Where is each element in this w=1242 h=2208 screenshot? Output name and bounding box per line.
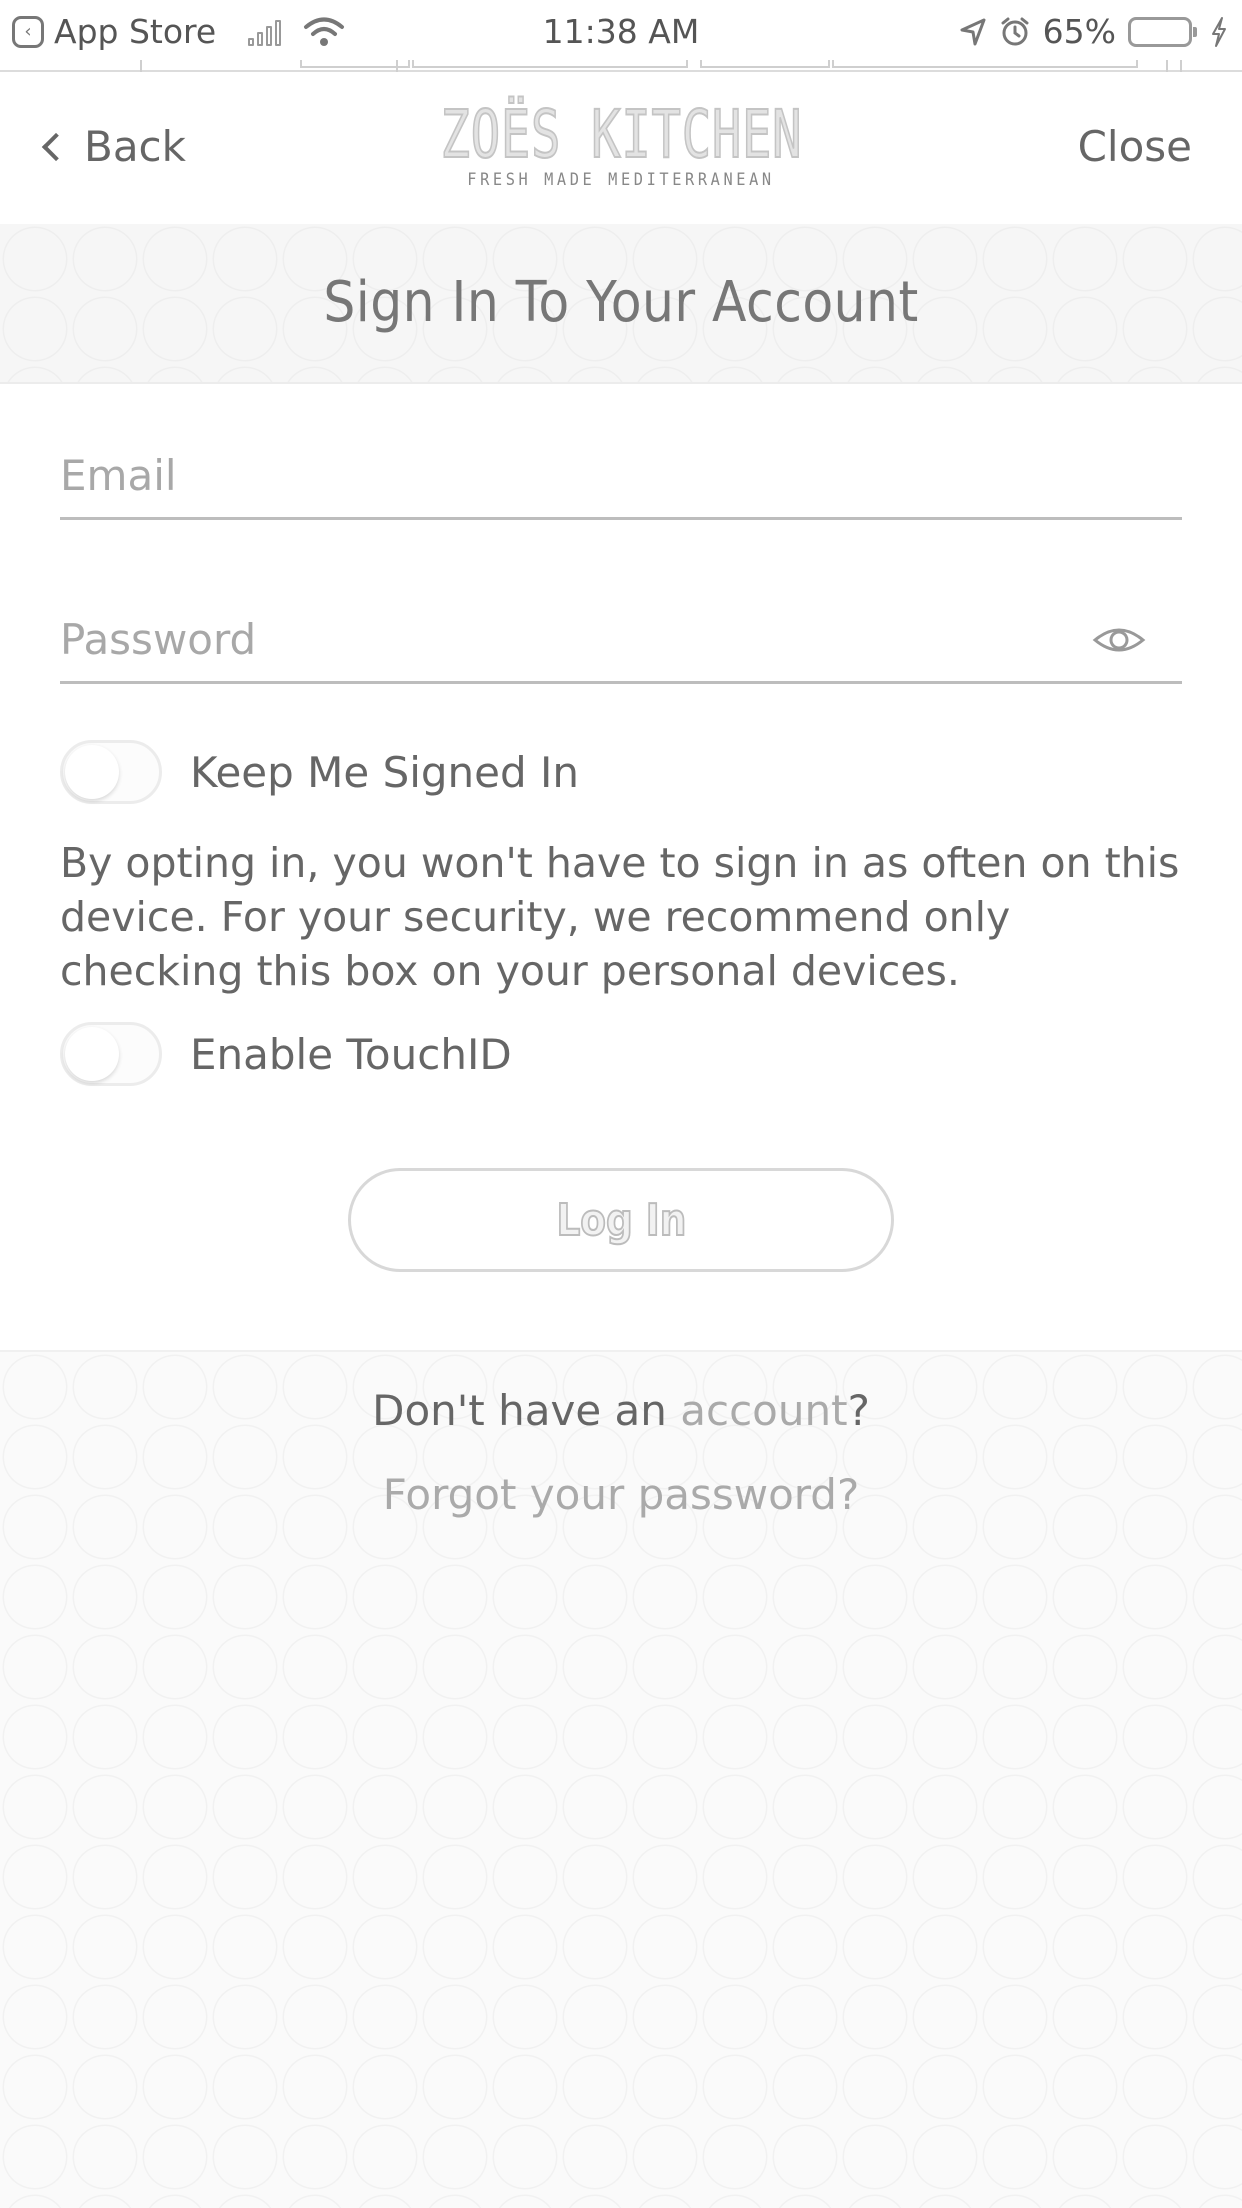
toggle-knob: [65, 1027, 119, 1081]
login-button-label: Log In: [555, 1194, 687, 1247]
location-arrow-icon: [960, 18, 986, 45]
brand-logo: ZOËS KITCHEN FRESH MADE MEDITERRANEAN: [0, 96, 1242, 191]
signup-suffix: ?: [847, 1386, 870, 1435]
alarm-clock-icon: [1001, 17, 1029, 45]
opt-in-note: By opting in, you won't have to sign in …: [60, 839, 1180, 995]
signup-prompt: Don't have an account?: [0, 1386, 1242, 1435]
keep-signed-in-toggle[interactable]: [60, 740, 162, 804]
battery-percentage: 65%: [1042, 12, 1116, 51]
keep-signed-in-row: Keep Me Signed In: [60, 740, 1182, 804]
touch-id-toggle[interactable]: [60, 1022, 162, 1086]
forgot-password-link[interactable]: Forgot your password?: [0, 1470, 1242, 1519]
create-account-link[interactable]: account: [680, 1386, 847, 1435]
battery-icon: [1128, 16, 1197, 47]
brand-logo-tagline: FRESH MADE MEDITERRANEAN: [467, 170, 775, 190]
page-load-progress-strip: [0, 60, 1242, 72]
email-input[interactable]: [60, 440, 1100, 510]
signup-prefix: Don't have an: [372, 1386, 681, 1435]
password-input[interactable]: [60, 604, 1100, 674]
close-button[interactable]: Close: [1078, 122, 1192, 171]
keep-signed-in-label: Keep Me Signed In: [190, 747, 580, 797]
eye-icon[interactable]: [1092, 620, 1146, 660]
brand-logo-name: ZOËS KITCHEN: [439, 96, 802, 173]
footer-area: Don't have an account? Forgot your passw…: [0, 1350, 1242, 2208]
charging-bolt-icon: [1212, 16, 1226, 47]
touch-id-label: Enable TouchID: [190, 1029, 512, 1079]
status-bar: ‹ App Store 11:38 AM 65%: [0, 0, 1242, 62]
password-field: [60, 604, 1182, 684]
title-band: Sign In To Your Account: [0, 224, 1242, 384]
email-field: [60, 440, 1182, 520]
toggle-knob: [65, 745, 119, 799]
login-button[interactable]: Log In: [348, 1168, 894, 1272]
status-bar-right: 65%: [959, 12, 1228, 51]
touch-id-row: Enable TouchID: [60, 1022, 1182, 1086]
page-title: Sign In To Your Account: [323, 270, 919, 335]
navigation-bar: Back ZOËS KITCHEN FRESH MADE MEDITERRANE…: [0, 74, 1242, 224]
